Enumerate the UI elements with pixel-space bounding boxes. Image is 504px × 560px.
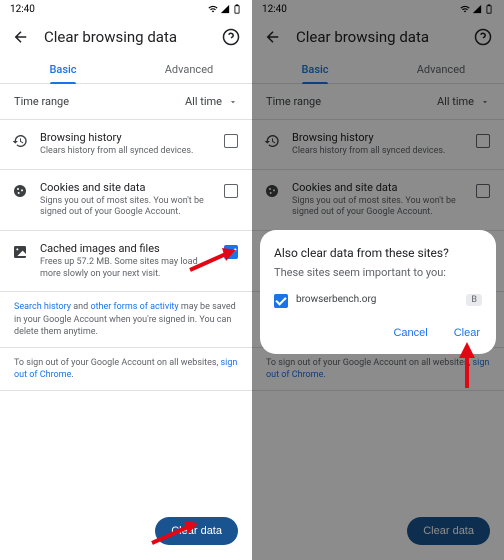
clock: 12:40	[10, 4, 35, 15]
cookie-icon	[264, 183, 280, 199]
option-cookies[interactable]: Cookies and site data Signs you out of m…	[0, 170, 252, 231]
tab-basic[interactable]: Basic	[252, 54, 378, 83]
tab-advanced[interactable]: Advanced	[126, 54, 252, 83]
history-icon	[264, 133, 280, 149]
help-icon[interactable]	[474, 28, 492, 46]
battery-icon	[484, 4, 494, 14]
other-activity-link[interactable]: other forms of activity	[90, 302, 178, 312]
clear-data-button[interactable]: Clear data	[155, 517, 238, 545]
cache-checkbox[interactable]	[224, 245, 238, 259]
app-header: Clear browsing data	[0, 18, 252, 54]
info-signout: To sign out of your Google Account on al…	[0, 348, 252, 391]
time-range-row[interactable]: Time range All time	[0, 84, 252, 120]
chevron-down-icon	[228, 97, 238, 107]
cell-icon	[220, 4, 230, 14]
option-cache[interactable]: Cached images and files Frees up 57.2 MB…	[0, 231, 252, 292]
time-range-value: All time	[185, 95, 222, 108]
option-history-title: Browsing history	[40, 131, 212, 144]
wifi-icon	[208, 4, 218, 14]
cancel-button[interactable]: Cancel	[391, 322, 429, 344]
status-bar: 12:40	[0, 0, 252, 18]
screen-left: 12:40 Clear browsing data Basic Advanced…	[0, 0, 252, 560]
site-badge: B	[466, 294, 482, 306]
option-history-desc: Clears history from all synced devices.	[40, 146, 212, 158]
option-cookies-title: Cookies and site data	[40, 181, 212, 194]
info-signout: To sign out of your Google Account on al…	[252, 348, 504, 391]
tab-advanced[interactable]: Advanced	[378, 54, 504, 83]
page-title: Clear browsing data	[44, 28, 208, 46]
option-history[interactable]: Browsing history Clears history from all…	[0, 120, 252, 170]
confirm-dialog: Also clear data from these sites? These …	[260, 230, 496, 354]
dialog-subtitle: These sites seem important to you:	[274, 266, 482, 279]
site-checkbox[interactable]	[274, 294, 288, 308]
clear-data-button[interactable]: Clear data	[407, 517, 490, 545]
time-range-label: Time range	[266, 95, 437, 108]
time-range-row[interactable]: Time range All time	[252, 84, 504, 120]
option-cookies-desc: Signs you out of most sites. You won't b…	[40, 196, 212, 219]
status-bar: 12:40	[252, 0, 504, 18]
back-icon[interactable]	[12, 28, 30, 46]
screen-right: 12:40 Clear browsing data Basic Advanced…	[252, 0, 504, 560]
dialog-actions: Cancel Clear	[274, 322, 482, 344]
cookies-checkbox[interactable]	[476, 184, 490, 198]
site-name: browserbench.org	[296, 294, 458, 305]
cookies-checkbox[interactable]	[224, 184, 238, 198]
time-range-value: All time	[437, 95, 474, 108]
status-icons	[208, 4, 242, 14]
clock: 12:40	[262, 4, 287, 15]
chevron-down-icon	[480, 97, 490, 107]
history-icon	[12, 133, 28, 149]
back-icon[interactable]	[264, 28, 282, 46]
time-range-label: Time range	[14, 95, 185, 108]
help-icon[interactable]	[222, 28, 240, 46]
battery-icon	[232, 4, 242, 14]
history-checkbox[interactable]	[224, 134, 238, 148]
dialog-title: Also clear data from these sites?	[274, 246, 482, 260]
tab-basic[interactable]: Basic	[0, 54, 126, 83]
option-cache-title: Cached images and files	[40, 242, 212, 255]
page-title: Clear browsing data	[296, 28, 460, 46]
option-cookies[interactable]: Cookies and site data Signs you out of m…	[252, 170, 504, 231]
tabs: Basic Advanced	[0, 54, 252, 84]
option-cache-desc: Frees up 57.2 MB. Some sites may load mo…	[40, 257, 212, 280]
image-icon	[12, 244, 28, 260]
option-history[interactable]: Browsing history Clears history from all…	[252, 120, 504, 170]
dialog-site-item[interactable]: browserbench.org B	[274, 291, 482, 308]
cookie-icon	[12, 183, 28, 199]
status-icons	[460, 4, 494, 14]
wifi-icon	[460, 4, 470, 14]
info-search-history: Search history and other forms of activi…	[0, 292, 252, 347]
clear-button[interactable]: Clear	[452, 322, 482, 344]
cell-icon	[472, 4, 482, 14]
app-header: Clear browsing data	[252, 18, 504, 54]
tabs: Basic Advanced	[252, 54, 504, 84]
search-history-link[interactable]: Search history	[14, 302, 71, 312]
history-checkbox[interactable]	[476, 134, 490, 148]
